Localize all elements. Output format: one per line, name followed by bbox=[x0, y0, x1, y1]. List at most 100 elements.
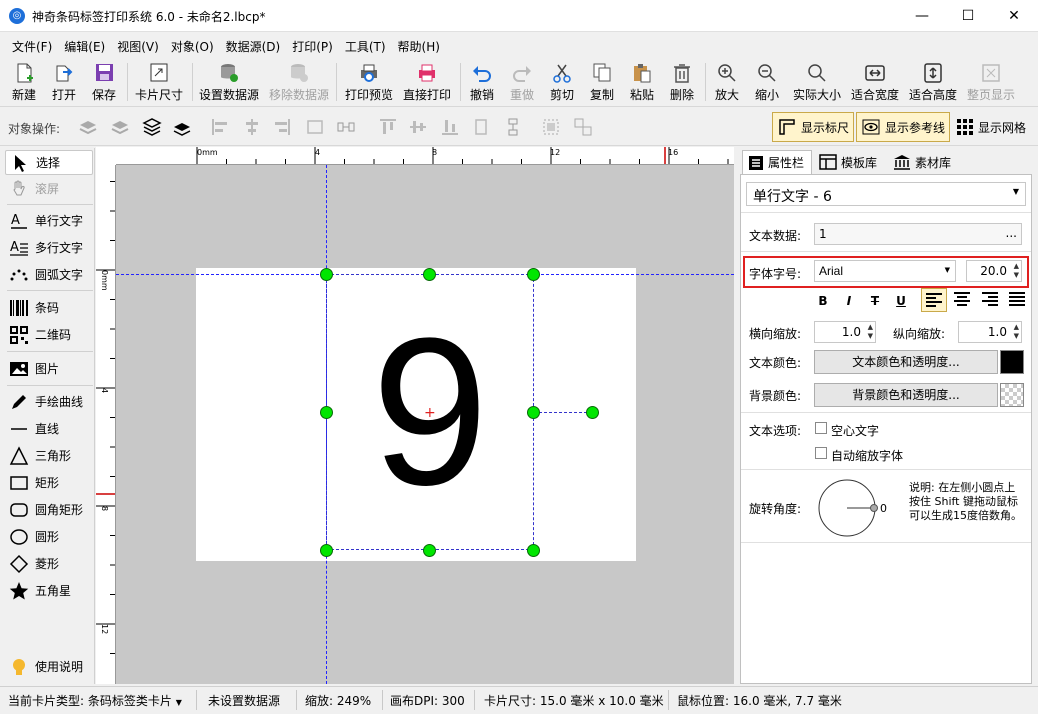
tool-freehand[interactable]: 手绘曲线 bbox=[5, 389, 93, 414]
show-guides-toggle[interactable]: 显示参考线 bbox=[856, 112, 950, 142]
font-size-arrows-icon[interactable]: ▲ ▼ bbox=[1014, 262, 1019, 280]
menu-tools[interactable]: 工具(T) bbox=[339, 32, 392, 56]
strikethrough-button[interactable]: T bbox=[865, 291, 885, 311]
menu-print[interactable]: 打印(P) bbox=[286, 32, 339, 56]
undo-button[interactable]: 撤销 bbox=[465, 59, 499, 105]
copy-button[interactable]: 复制 bbox=[585, 59, 619, 105]
resize-handle-bottom[interactable] bbox=[423, 544, 436, 557]
tool-diamond[interactable]: 菱形 bbox=[5, 551, 93, 576]
object-type-select[interactable]: 单行文字 - 6 ▼ bbox=[746, 182, 1026, 206]
tool-multi-line-text[interactable]: A 多行文字 bbox=[5, 235, 93, 260]
resize-handle-top-left[interactable] bbox=[320, 268, 333, 281]
align-middle-icon[interactable] bbox=[408, 117, 428, 137]
print-preview-button[interactable]: 打印预览 bbox=[342, 59, 396, 105]
tool-circle[interactable]: 圆形 bbox=[5, 524, 93, 549]
resize-handle-bottom-left[interactable] bbox=[320, 544, 333, 557]
tool-star[interactable]: 五角星 bbox=[5, 578, 93, 603]
hscale-arrows-icon[interactable]: ▲ ▼ bbox=[868, 323, 873, 341]
group-icon[interactable] bbox=[541, 117, 561, 137]
menu-edit[interactable]: 编辑(E) bbox=[58, 32, 111, 56]
same-height-icon[interactable] bbox=[471, 117, 491, 137]
align-center-text-button[interactable] bbox=[950, 288, 976, 312]
menu-view[interactable]: 视图(V) bbox=[111, 32, 165, 56]
align-right-icon[interactable] bbox=[272, 117, 292, 137]
distribute-horizontal-icon[interactable] bbox=[336, 117, 356, 137]
resize-handle-left[interactable] bbox=[320, 406, 333, 419]
underline-button[interactable]: U bbox=[891, 291, 911, 311]
zoom-in-button[interactable]: 放大 bbox=[710, 59, 744, 105]
menu-help[interactable]: 帮助(H) bbox=[392, 32, 446, 56]
tool-single-line-text[interactable]: A 单行文字 bbox=[5, 208, 93, 233]
rotation-dial[interactable]: 0 bbox=[817, 478, 891, 538]
align-bottom-icon[interactable] bbox=[440, 117, 460, 137]
ungroup-icon[interactable] bbox=[573, 117, 593, 137]
bold-button[interactable]: B bbox=[813, 291, 833, 311]
tab-properties[interactable]: 属性栏 bbox=[742, 150, 812, 174]
bg-color-swatch[interactable] bbox=[1000, 383, 1024, 407]
align-left-text-button[interactable] bbox=[921, 288, 947, 312]
fit-height-button[interactable]: 适合高度 bbox=[906, 59, 960, 105]
tool-rounded-rectangle[interactable]: 圆角矩形 bbox=[5, 497, 93, 522]
hollow-text-checkbox[interactable] bbox=[815, 422, 827, 434]
design-canvas[interactable]: 9 + bbox=[116, 165, 734, 684]
layer-top-icon[interactable] bbox=[172, 117, 192, 137]
auto-shrink-checkbox[interactable] bbox=[815, 447, 827, 459]
new-button[interactable]: 新建 bbox=[6, 59, 42, 105]
open-button[interactable]: 打开 bbox=[46, 59, 82, 105]
tool-triangle[interactable]: 三角形 bbox=[5, 443, 93, 468]
actual-size-button[interactable]: 实际大小 bbox=[790, 59, 844, 105]
set-datasource-button[interactable]: 设置数据源 bbox=[196, 59, 262, 105]
layer-up-icon[interactable] bbox=[78, 117, 98, 137]
save-button[interactable]: 保存 bbox=[86, 59, 122, 105]
distribute-vertical-icon[interactable] bbox=[503, 117, 523, 137]
resize-handle-top[interactable] bbox=[423, 268, 436, 281]
tab-templates[interactable]: 模板库 bbox=[814, 150, 886, 174]
font-family-select[interactable]: Arial ▼ bbox=[814, 260, 956, 282]
align-justify-text-button[interactable] bbox=[1005, 288, 1031, 312]
menu-datasource[interactable]: 数据源(D) bbox=[220, 32, 287, 56]
italic-button[interactable]: I bbox=[839, 291, 859, 311]
text-color-button[interactable]: 文本颜色和透明度... bbox=[814, 350, 998, 374]
tab-materials[interactable]: 素材库 bbox=[888, 150, 960, 174]
tool-rectangle[interactable]: 矩形 bbox=[5, 470, 93, 495]
layer-down-icon[interactable] bbox=[110, 117, 130, 137]
vscale-stepper[interactable]: 1.0 ▲ ▼ bbox=[958, 321, 1022, 343]
close-button[interactable]: ✕ bbox=[991, 0, 1037, 32]
card-size-button[interactable]: 卡片尺寸 bbox=[132, 59, 186, 105]
text-data-field[interactable]: 1 ... bbox=[814, 223, 1022, 245]
resize-handle-top-right[interactable] bbox=[527, 268, 540, 281]
vscale-arrows-icon[interactable]: ▲ ▼ bbox=[1014, 323, 1019, 341]
tool-select[interactable]: 选择 bbox=[5, 150, 93, 175]
same-width-icon[interactable] bbox=[305, 117, 325, 137]
delete-button[interactable]: 删除 bbox=[665, 59, 699, 105]
fit-width-button[interactable]: 适合宽度 bbox=[848, 59, 902, 105]
resize-handle-bottom-right[interactable] bbox=[527, 544, 540, 557]
paste-button[interactable]: 粘贴 bbox=[625, 59, 659, 105]
status-card-type[interactable]: 当前卡片类型: 条码标签类卡片 ▼ bbox=[8, 692, 182, 709]
menu-file[interactable]: 文件(F) bbox=[6, 32, 58, 56]
tool-image[interactable]: 图片 bbox=[5, 356, 93, 381]
align-right-text-button[interactable] bbox=[978, 288, 1004, 312]
text-color-swatch[interactable] bbox=[1000, 350, 1024, 374]
minimize-button[interactable]: — bbox=[899, 0, 945, 32]
whole-page-button[interactable]: 整页显示 bbox=[964, 59, 1018, 105]
tool-qrcode[interactable]: 二维码 bbox=[5, 322, 93, 347]
tool-arc-text[interactable]: 圆弧文字 bbox=[5, 262, 93, 287]
bg-color-button[interactable]: 背景颜色和透明度... bbox=[814, 383, 998, 407]
show-grid-toggle[interactable]: 显示网格 bbox=[956, 118, 1026, 136]
tool-help[interactable]: 使用说明 bbox=[5, 654, 93, 679]
zoom-out-button[interactable]: 缩小 bbox=[750, 59, 784, 105]
cut-button[interactable]: 剪切 bbox=[545, 59, 579, 105]
layers-icon[interactable] bbox=[142, 117, 162, 137]
remove-datasource-button[interactable]: 移除数据源 bbox=[266, 59, 332, 105]
text-data-more-button[interactable]: ... bbox=[1006, 226, 1017, 240]
align-left-icon[interactable] bbox=[210, 117, 230, 137]
tool-barcode[interactable]: 条码 bbox=[5, 295, 93, 320]
font-size-stepper[interactable]: 20.0 ▲ ▼ bbox=[966, 260, 1022, 282]
redo-button[interactable]: 重做 bbox=[505, 59, 539, 105]
align-top-icon[interactable] bbox=[378, 117, 398, 137]
show-ruler-toggle[interactable]: 显示标尺 bbox=[772, 112, 854, 142]
menu-object[interactable]: 对象(O) bbox=[165, 32, 220, 56]
hscale-stepper[interactable]: 1.0 ▲ ▼ bbox=[814, 321, 876, 343]
maximize-button[interactable]: ☐ bbox=[945, 0, 991, 32]
